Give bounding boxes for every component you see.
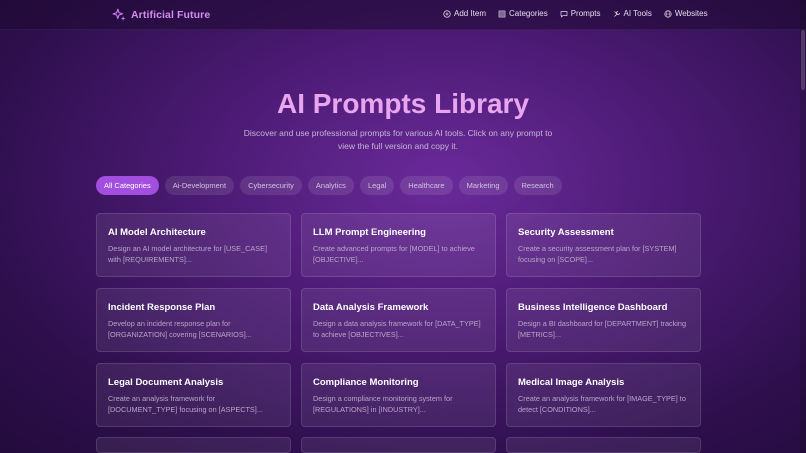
prompt-card-title: Data Analysis Framework bbox=[313, 302, 429, 313]
filter-ai-development[interactable]: Ai-Development bbox=[164, 176, 235, 195]
page-scrollbar[interactable] bbox=[800, 0, 806, 453]
prompt-card-title: AI Model Architecture bbox=[108, 227, 206, 238]
scrollbar-thumb[interactable] bbox=[801, 30, 805, 90]
sparkles-icon bbox=[112, 8, 126, 21]
plus-circle-icon bbox=[443, 9, 451, 18]
prompt-card[interactable]: Medical Image Analysis Create an analysi… bbox=[506, 363, 701, 427]
prompt-card-title: Incident Response Plan bbox=[108, 302, 216, 313]
prompt-card[interactable]: AI Model Architecture Design an AI model… bbox=[96, 213, 291, 277]
filter-all-categories[interactable]: All Categories bbox=[96, 176, 159, 195]
prompt-card-description: Create a security assessment plan for [S… bbox=[518, 244, 677, 264]
prompt-card-description: Design an AI model architecture for [USE… bbox=[108, 244, 267, 264]
category-filters: All Categories Ai-Development Cybersecur… bbox=[96, 176, 562, 195]
prompt-card[interactable]: Incident Response Plan Develop an incide… bbox=[96, 288, 291, 352]
prompt-card-title: LLM Prompt Engineering bbox=[313, 227, 426, 238]
prompt-card-description: Create advanced prompts for [MODEL] to a… bbox=[313, 244, 475, 264]
prompt-card[interactable] bbox=[96, 437, 291, 453]
prompt-card[interactable] bbox=[506, 437, 701, 453]
top-navbar: Artificial Future Add Item Categories Pr… bbox=[0, 0, 806, 30]
filter-analytics[interactable]: Analytics bbox=[307, 176, 354, 195]
prompt-card[interactable]: Business Intelligence Dashboard Design a… bbox=[506, 288, 701, 352]
page-subtitle: Discover and use professional prompts fo… bbox=[243, 128, 553, 151]
grid-icon bbox=[498, 10, 506, 17]
prompt-card-description: Create an analysis framework for [IMAGE_… bbox=[518, 394, 686, 414]
prompt-card[interactable]: Legal Document Analysis Create an analys… bbox=[96, 363, 291, 427]
filter-healthcare[interactable]: Healthcare bbox=[400, 176, 453, 195]
prompt-card-title: Business Intelligence Dashboard bbox=[518, 302, 668, 313]
prompt-card[interactable] bbox=[301, 437, 496, 453]
prompt-card-description: Design a BI dashboard for [DEPARTMENT] t… bbox=[518, 319, 687, 339]
prompt-card-description: Design a data analysis framework for [DA… bbox=[313, 319, 481, 339]
prompt-card-title: Security Assessment bbox=[518, 227, 614, 238]
brand-logo-link[interactable]: Artificial Future bbox=[112, 7, 210, 23]
chat-icon bbox=[560, 10, 568, 17]
prompt-card-description: Design a compliance monitoring system fo… bbox=[313, 394, 453, 414]
prompt-card-title: Legal Document Analysis bbox=[108, 377, 224, 388]
prompt-card-description: Develop an incident response plan for [O… bbox=[108, 319, 252, 339]
prompt-card[interactable]: Security Assessment Create a security as… bbox=[506, 213, 701, 277]
filter-cybersecurity[interactable]: Cybersecurity bbox=[240, 176, 302, 195]
prompt-card-description: Create an analysis framework for [DOCUME… bbox=[108, 394, 263, 414]
filter-research[interactable]: Research bbox=[513, 176, 562, 195]
prompt-card[interactable]: Data Analysis Framework Design a data an… bbox=[301, 288, 496, 352]
brand-name: Artificial Future bbox=[131, 9, 211, 21]
nav-prompts[interactable]: Prompts bbox=[560, 9, 601, 18]
nav-categories[interactable]: Categories bbox=[498, 9, 548, 18]
filter-marketing[interactable]: Marketing bbox=[458, 176, 508, 195]
nav-ai-tools[interactable]: AI Tools bbox=[613, 9, 652, 18]
prompt-card[interactable]: LLM Prompt Engineering Create advanced p… bbox=[301, 213, 496, 277]
prompt-card-title: Compliance Monitoring bbox=[313, 377, 419, 388]
prompt-card-title: Medical Image Analysis bbox=[518, 377, 625, 388]
nav-add-item[interactable]: Add Item bbox=[443, 9, 486, 18]
nav-links: Add Item Categories Prompts AI Tools Web… bbox=[443, 9, 708, 18]
filter-legal[interactable]: Legal bbox=[359, 176, 395, 195]
tools-icon bbox=[613, 10, 620, 17]
globe-icon bbox=[664, 9, 672, 18]
prompt-card[interactable]: Compliance Monitoring Design a complianc… bbox=[301, 363, 496, 427]
nav-websites[interactable]: Websites bbox=[664, 9, 708, 18]
page-title: AI Prompts Library bbox=[276, 88, 530, 119]
